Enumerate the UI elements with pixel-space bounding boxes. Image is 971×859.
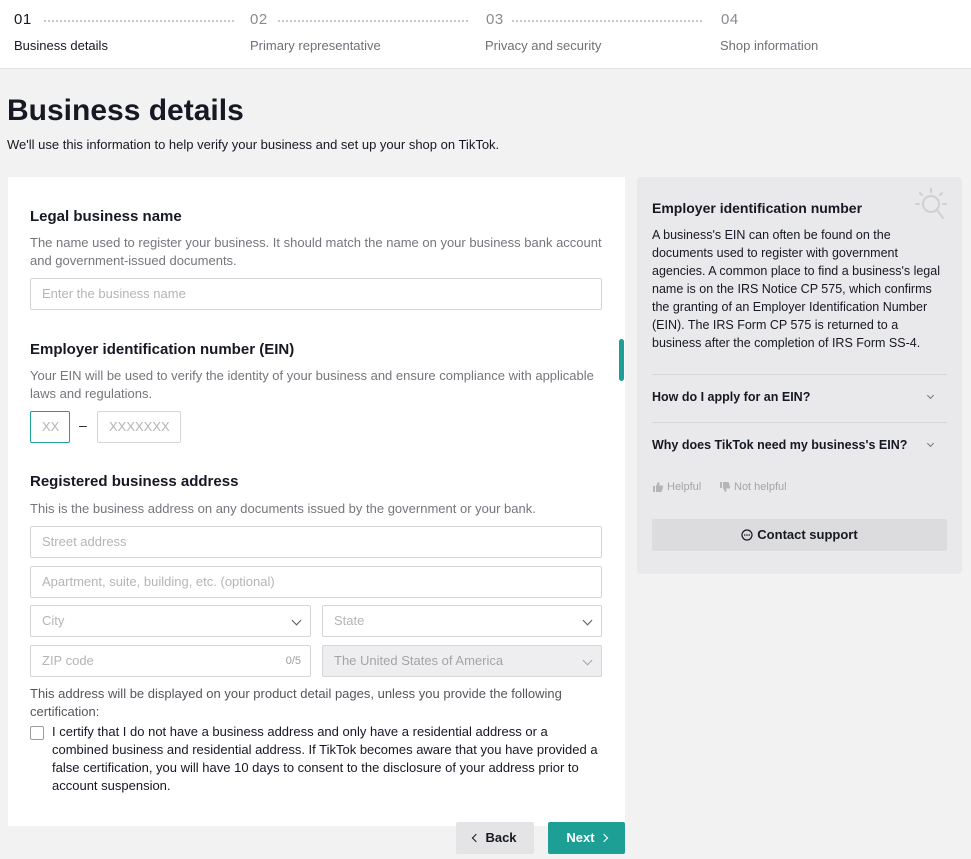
step-connector xyxy=(278,20,468,22)
step-connector xyxy=(512,20,702,22)
country-value: The United States of America xyxy=(334,653,504,668)
apartment-input[interactable]: Apartment, suite, building, etc. (option… xyxy=(30,566,602,598)
step-number: 04 xyxy=(721,11,739,28)
address-help: This is the business address on any docu… xyxy=(30,501,536,516)
ein-suffix-input[interactable]: XXXXXXX xyxy=(97,411,181,443)
chevron-down-icon xyxy=(582,655,593,666)
progress-stepper: 01 Business details 02 Primary represent… xyxy=(0,0,971,69)
chevron-down-icon xyxy=(291,615,302,626)
step-privacy-security[interactable]: 03 Privacy and security xyxy=(485,11,702,53)
zip-code-input[interactable]: ZIP code 0/5 xyxy=(30,645,311,677)
step-number: 01 xyxy=(14,11,32,28)
step-connector xyxy=(44,20,234,22)
page-subtitle: We'll use this information to help verif… xyxy=(7,137,500,152)
faq-apply-ein[interactable]: How do I apply for an EIN? xyxy=(652,390,947,410)
faq-why-ein[interactable]: Why does TikTok need my business's EIN? xyxy=(652,438,947,458)
back-button[interactable]: Back xyxy=(456,822,534,854)
not-helpful-button[interactable]: Not helpful xyxy=(719,481,787,493)
step-label: Business details xyxy=(14,38,108,53)
back-button-label: Back xyxy=(485,830,517,845)
street-address-input[interactable]: Street address xyxy=(30,526,602,558)
business-details-form: Legal business name The name used to reg… xyxy=(8,177,625,826)
step-label: Primary representative xyxy=(250,38,381,53)
ein-suffix-placeholder: XXXXXXX xyxy=(109,419,170,434)
apartment-placeholder: Apartment, suite, building, etc. (option… xyxy=(42,574,275,589)
step-business-details[interactable]: 01 Business details xyxy=(14,11,234,53)
step-number: 02 xyxy=(250,11,268,28)
faq-question: Why does TikTok need my business's EIN? xyxy=(652,438,908,452)
chevron-down-icon xyxy=(582,615,593,626)
scrollbar-thumb[interactable] xyxy=(619,339,624,381)
thumbs-down-icon xyxy=(720,482,731,492)
faq-question: How do I apply for an EIN? xyxy=(652,390,811,404)
ein-prefix-placeholder: XX xyxy=(42,419,60,434)
next-button-label: Next xyxy=(566,830,595,845)
certify-checkbox[interactable] xyxy=(30,726,44,740)
thumbs-up-icon xyxy=(653,482,664,492)
page-title: Business details xyxy=(7,94,244,127)
not-helpful-label: Not helpful xyxy=(734,481,787,493)
zip-counter: 0/5 xyxy=(285,655,301,667)
legal-name-title: Legal business name xyxy=(30,208,182,225)
step-shop-information[interactable]: 04 Shop information xyxy=(720,11,818,53)
certify-label: I certify that I do not have a business … xyxy=(52,724,598,793)
next-button[interactable]: Next xyxy=(548,822,625,854)
legal-name-input[interactable]: Enter the business name xyxy=(30,278,602,310)
country-select: The United States of America xyxy=(322,645,602,677)
address-title: Registered business address xyxy=(30,473,239,490)
chevron-left-icon xyxy=(472,833,481,842)
ein-help: Your EIN will be used to verify the iden… xyxy=(30,368,594,401)
helpful-button[interactable]: Helpful xyxy=(652,481,701,493)
ein-title: Employer identification number (EIN) xyxy=(30,341,295,358)
help-title: Employer identification number xyxy=(652,200,863,216)
state-select[interactable]: State xyxy=(322,605,602,637)
legal-name-placeholder: Enter the business name xyxy=(42,286,186,301)
contact-support-button[interactable]: Contact support xyxy=(652,519,947,551)
ein-prefix-input[interactable]: XX xyxy=(30,411,70,443)
city-placeholder: City xyxy=(42,613,65,628)
zip-code-placeholder: ZIP code xyxy=(42,653,94,668)
help-panel: Employer identification number A busines… xyxy=(637,177,962,574)
address-display-note: This address will be displayed on your p… xyxy=(30,686,562,719)
ein-separator: – xyxy=(79,417,87,433)
step-primary-representative[interactable]: 02 Primary representative xyxy=(250,11,468,53)
help-body: A business's EIN can often be found on t… xyxy=(652,228,940,350)
divider xyxy=(652,374,947,375)
chat-bubble-icon xyxy=(741,528,753,541)
divider xyxy=(652,422,947,423)
state-placeholder: State xyxy=(334,613,365,628)
helpful-label: Helpful xyxy=(667,481,702,493)
lightbulb-icon xyxy=(915,188,947,219)
street-address-placeholder: Street address xyxy=(42,534,127,549)
step-number: 03 xyxy=(486,11,504,28)
legal-name-help: The name used to register your business.… xyxy=(30,235,602,268)
city-select[interactable]: City xyxy=(30,605,311,637)
contact-support-label: Contact support xyxy=(757,527,858,542)
step-label: Privacy and security xyxy=(485,38,602,53)
chevron-right-icon xyxy=(599,833,608,842)
chevron-down-icon xyxy=(926,391,935,400)
chevron-down-icon xyxy=(926,439,935,448)
step-label: Shop information xyxy=(720,38,819,53)
